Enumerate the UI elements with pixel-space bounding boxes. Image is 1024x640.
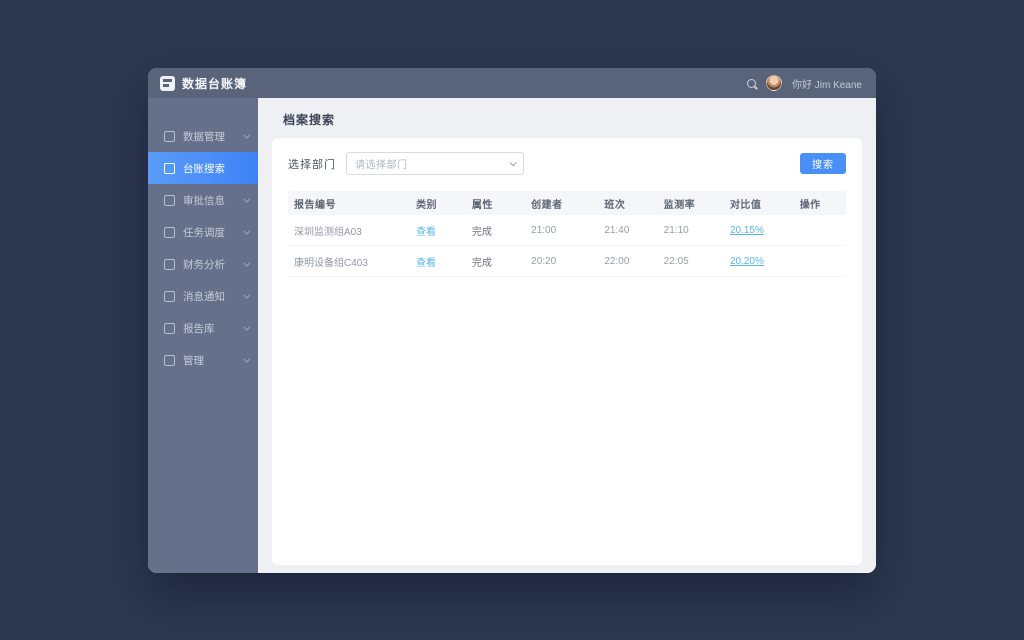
cell-shift: 22:00 bbox=[604, 255, 630, 267]
col-header-attribute: 属性 bbox=[471, 199, 493, 211]
reports-icon bbox=[164, 322, 175, 334]
app-logo-icon bbox=[160, 75, 175, 91]
sidebar-item-approval-info[interactable]: 审批信息 bbox=[148, 184, 258, 216]
sidebar-item-data-management[interactable]: 数据管理 bbox=[148, 120, 258, 152]
department-select[interactable]: 请选择部门 bbox=[346, 152, 524, 175]
view-link[interactable]: 查看 bbox=[410, 254, 466, 269]
department-select-value: 请选择部门 bbox=[355, 160, 408, 171]
cell-report-id: 深圳监测组A03 bbox=[294, 226, 362, 238]
sidebar-item-label: 任务调度 bbox=[183, 226, 225, 239]
topbar-right-group: 你好 Jim Keane bbox=[746, 75, 862, 91]
sidebar-item-label: 台账搜索 bbox=[183, 162, 225, 175]
app-window: 数据台账簿 你好 Jim Keane 数据管理 台账搜索 审批信息 任务调度 财… bbox=[148, 68, 876, 573]
col-header-actions: 操作 bbox=[799, 199, 821, 211]
approval-icon bbox=[164, 194, 175, 206]
cell-report-id: 康明设备组C403 bbox=[294, 257, 368, 269]
col-header-report-id: 报告编号 bbox=[294, 199, 336, 211]
user-greeting: 你好 Jim Keane bbox=[791, 79, 862, 91]
sidebar-item-task-schedule[interactable]: 任务调度 bbox=[148, 216, 258, 248]
sidebar-item-label: 报告库 bbox=[183, 322, 215, 335]
tasks-icon bbox=[164, 226, 175, 238]
col-header-category: 类别 bbox=[416, 199, 438, 211]
chevron-down-icon bbox=[243, 131, 251, 139]
table-header-row: 报告编号 类别 属性 创建者 班次 监测率 对比值 操作 bbox=[288, 191, 846, 215]
search-icon[interactable] bbox=[746, 78, 756, 88]
table-row: 深圳监测组A03 查看 完成 21:00 21:40 21:10 20.15% bbox=[288, 215, 846, 246]
settings-icon bbox=[164, 354, 175, 366]
cell-monitor-rate: 22:05 bbox=[663, 255, 689, 267]
ledger-icon bbox=[164, 162, 175, 174]
cell-creator: 20:20 bbox=[531, 255, 557, 267]
app-title: 数据台账簿 bbox=[182, 76, 248, 91]
sidebar-item-messages[interactable]: 消息通知 bbox=[148, 280, 258, 312]
sidebar-item-label: 管理 bbox=[183, 354, 204, 367]
chevron-down-icon bbox=[509, 159, 517, 167]
sidebar-item-label: 财务分析 bbox=[183, 258, 225, 271]
page-title: 档案搜索 bbox=[283, 113, 336, 127]
sidebar-item-finance-analysis[interactable]: 财务分析 bbox=[148, 248, 258, 280]
filter-toolbar: 选择部门 请选择部门 搜索 bbox=[288, 152, 846, 175]
main-content: 档案搜索 选择部门 请选择部门 搜索 报告编号 类别 属性 创建者 班次 监测率… bbox=[258, 98, 876, 573]
cell-attribute: 完成 bbox=[471, 226, 492, 238]
sidebar-item-label: 审批信息 bbox=[183, 194, 225, 207]
compare-value-link[interactable]: 20.20% bbox=[724, 256, 794, 267]
chevron-down-icon bbox=[243, 227, 251, 235]
chevron-down-icon bbox=[243, 195, 251, 203]
sidebar-item-label: 数据管理 bbox=[183, 130, 225, 143]
top-header-bar: 数据台账簿 你好 Jim Keane bbox=[148, 68, 876, 98]
cell-shift: 21:40 bbox=[604, 224, 630, 236]
col-header-shift: 班次 bbox=[604, 199, 626, 211]
search-button[interactable]: 搜索 bbox=[800, 153, 846, 174]
sidebar-item-label: 消息通知 bbox=[183, 290, 225, 303]
chevron-down-icon bbox=[243, 355, 251, 363]
chevron-down-icon bbox=[243, 323, 251, 331]
col-header-monitor-rate: 监测率 bbox=[663, 199, 696, 211]
compare-value-link[interactable]: 20.15% bbox=[724, 225, 794, 236]
sidebar-item-ledger-search[interactable]: 台账搜索 bbox=[148, 152, 258, 184]
view-link[interactable]: 查看 bbox=[410, 223, 466, 238]
sidebar-item-admin[interactable]: 管理 bbox=[148, 344, 258, 376]
col-header-compare-value: 对比值 bbox=[729, 199, 762, 211]
user-avatar[interactable] bbox=[765, 75, 782, 91]
chevron-down-icon bbox=[243, 259, 251, 267]
table-row: 康明设备组C403 查看 完成 20:20 22:00 22:05 20.20% bbox=[288, 246, 846, 277]
dashboard-icon bbox=[164, 130, 175, 142]
sidebar-nav: 数据管理 台账搜索 审批信息 任务调度 财务分析 消息通知 报告库 管理 bbox=[148, 98, 258, 573]
cell-creator: 21:00 bbox=[531, 224, 557, 236]
department-filter-label: 选择部门 bbox=[288, 158, 336, 171]
finance-icon bbox=[164, 258, 175, 270]
message-icon bbox=[164, 290, 175, 302]
col-header-creator: 创建者 bbox=[531, 199, 563, 211]
content-card: 选择部门 请选择部门 搜索 报告编号 类别 属性 创建者 班次 监测率 对比值 … bbox=[272, 138, 862, 565]
sidebar-item-report-library[interactable]: 报告库 bbox=[148, 312, 258, 344]
cell-monitor-rate: 21:10 bbox=[663, 224, 689, 236]
cell-attribute: 完成 bbox=[471, 257, 492, 269]
chevron-down-icon bbox=[243, 291, 251, 299]
results-table: 报告编号 类别 属性 创建者 班次 监测率 对比值 操作 深圳监测组A03 查看… bbox=[288, 191, 846, 277]
